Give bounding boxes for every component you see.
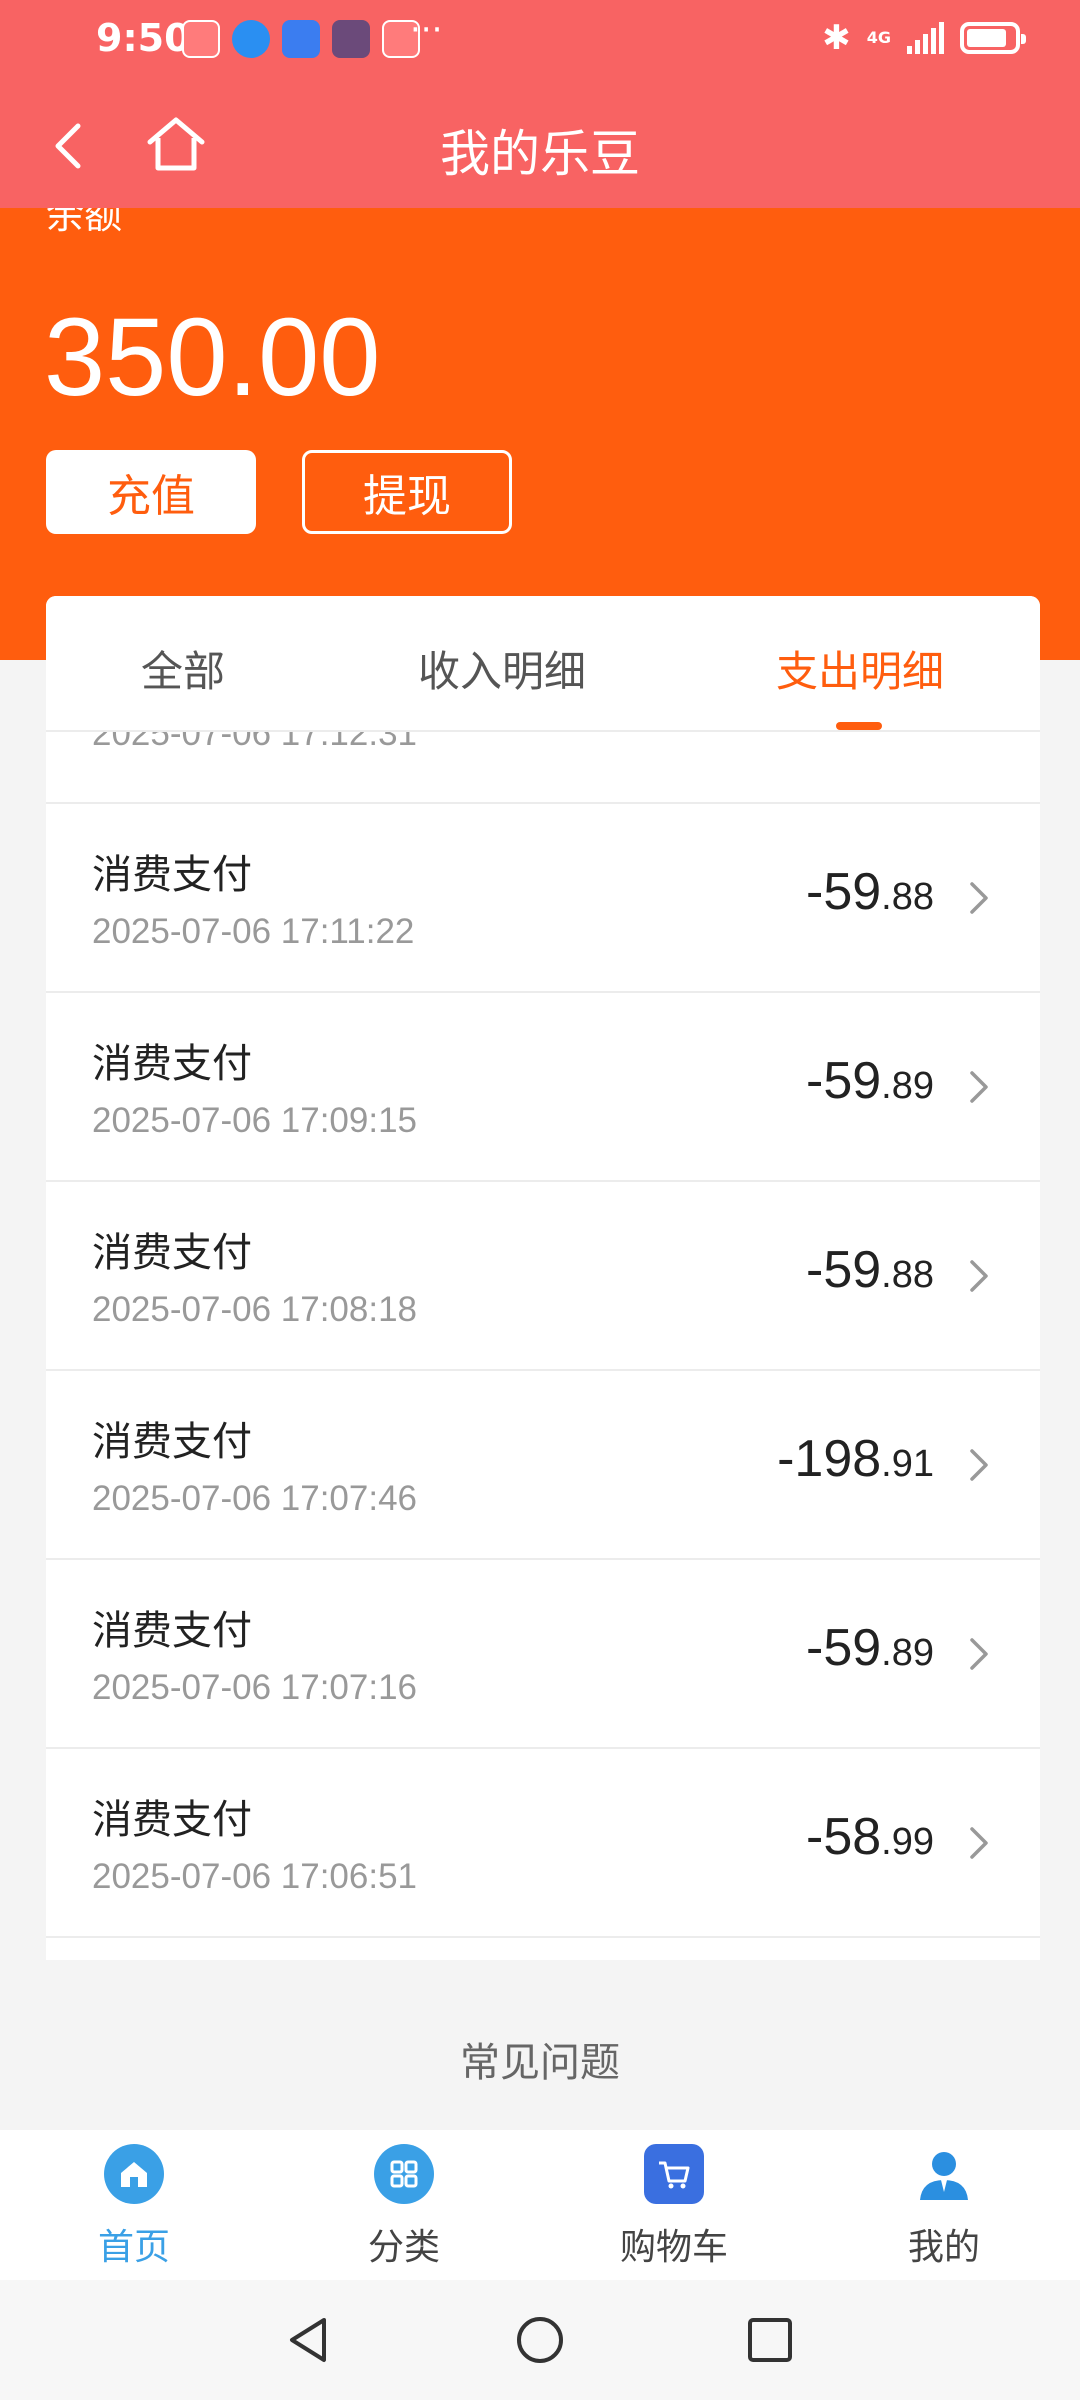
bottom-nav: 首页 分类 购物车 我的	[0, 2130, 1080, 2280]
browser-notification-icon	[232, 20, 270, 58]
tab-all[interactable]: 全部	[141, 638, 225, 699]
transaction-title: 消费支付	[92, 1608, 252, 1654]
top-bar: 9:50 ··· ✱ 4G 我的乐豆	[0, 0, 1080, 208]
amount-decimal: .88	[881, 876, 934, 918]
transaction-amount: -58.99	[806, 1807, 934, 1867]
transaction-time: 2025-07-06 17:06:51	[92, 1857, 417, 1896]
nav-label: 购物车	[619, 2227, 728, 2268]
transaction-time: 2025-07-06 17:09:15	[92, 1101, 417, 1140]
list-item[interactable]: 消费支付 2025-07-06 17:06:51 -58.99	[46, 1749, 1040, 1938]
transaction-time: 2025-07-06 17:07:16	[92, 1668, 417, 1707]
status-time: 9:50	[96, 16, 191, 60]
nav-mine[interactable]: 我的	[864, 2144, 1024, 2270]
more-notifications: ···	[410, 10, 443, 50]
nav-cart[interactable]: 购物车	[594, 2144, 754, 2270]
nav-label: 分类	[367, 2227, 440, 2268]
weather-notification-icon	[282, 20, 320, 58]
list-item[interactable]: 2025-07-06 17:12:31	[46, 714, 1040, 804]
bluetooth-icon: ✱	[822, 18, 851, 58]
transaction-card: 全部 收入明细 支出明细 2025-07-06 17:12:31 消费支付 20…	[46, 596, 1040, 1960]
tab-income[interactable]: 收入明细	[418, 638, 586, 699]
transaction-amount: -59.88	[806, 862, 934, 922]
amount-decimal: .91	[881, 1443, 934, 1485]
transaction-amount: -198.91	[777, 1429, 934, 1489]
notification-icons	[182, 20, 420, 58]
nav-category[interactable]: 分类	[324, 2144, 484, 2270]
list-item[interactable]: 消费支付 2025-07-06 17:08:18 -59.88	[46, 1182, 1040, 1371]
page-title: 我的乐豆	[440, 125, 640, 183]
transaction-title: 消费支付	[92, 1041, 252, 1087]
amount-integer: -59	[806, 1052, 882, 1110]
chevron-right-icon	[970, 1260, 988, 1292]
transaction-list[interactable]: 2025-07-06 17:12:31 消费支付 2025-07-06 17:1…	[46, 714, 1040, 1938]
amount-decimal: .88	[881, 1254, 934, 1296]
amount-integer: -59	[806, 863, 882, 921]
chevron-right-icon	[970, 882, 988, 914]
balance-label: 余额	[46, 208, 123, 237]
faq-link[interactable]: 常见问题	[0, 2030, 1080, 2088]
game-notification-icon	[332, 20, 370, 58]
system-home-icon[interactable]	[512, 2312, 568, 2368]
chevron-right-icon	[970, 1449, 988, 1481]
amount-decimal: .99	[881, 1821, 934, 1863]
system-back-icon[interactable]	[282, 2312, 338, 2368]
nav-label: 首页	[97, 2227, 170, 2268]
system-recents-icon[interactable]	[742, 2312, 798, 2368]
amount-integer: -58	[806, 1808, 882, 1866]
list-item[interactable]: 消费支付 2025-07-06 17:09:15 -59.89	[46, 993, 1040, 1182]
balance-amount: 350.00	[44, 296, 381, 419]
transaction-title: 消费支付	[92, 1230, 252, 1276]
chevron-right-icon	[970, 1071, 988, 1103]
nav-bar: 我的乐豆	[0, 96, 1080, 196]
balance-panel: 余额 350.00 充值 提现	[0, 208, 1080, 660]
active-tab-indicator	[836, 722, 882, 730]
home-icon	[104, 2144, 164, 2204]
chevron-right-icon	[970, 1638, 988, 1670]
battery-icon	[960, 22, 1026, 54]
huawei-notification-icon	[182, 20, 220, 58]
tab-bar: 全部 收入明细 支出明细	[46, 596, 1040, 732]
status-bar: 9:50 ··· ✱ 4G	[0, 0, 1080, 80]
transaction-title: 消费支付	[92, 1797, 252, 1843]
recharge-button[interactable]: 充值	[46, 450, 256, 534]
status-right: ✱ 4G	[822, 18, 1026, 58]
transaction-title: 消费支付	[92, 1419, 252, 1465]
user-icon	[914, 2144, 974, 2204]
nav-label: 我的	[907, 2227, 980, 2268]
transaction-time: 2025-07-06 17:11:22	[92, 912, 415, 951]
transaction-amount: -59.88	[806, 1240, 934, 1300]
amount-decimal: .89	[881, 1065, 934, 1107]
withdraw-button[interactable]: 提现	[302, 450, 512, 534]
chevron-right-icon	[970, 1827, 988, 1859]
list-item[interactable]: 消费支付 2025-07-06 17:07:16 -59.89	[46, 1560, 1040, 1749]
category-icon	[374, 2144, 434, 2204]
nav-home[interactable]: 首页	[54, 2144, 214, 2270]
amount-decimal: .89	[881, 1632, 934, 1674]
system-nav-bar	[0, 2280, 1080, 2400]
cart-icon	[644, 2144, 704, 2204]
transaction-amount: -59.89	[806, 1618, 934, 1678]
signal-icon	[907, 22, 944, 54]
list-item[interactable]: 消费支付 2025-07-06 17:11:22 -59.88	[46, 804, 1040, 993]
tab-expense[interactable]: 支出明细	[776, 638, 944, 699]
list-item[interactable]: 消费支付 2025-07-06 17:07:46 -198.91	[46, 1371, 1040, 1560]
transaction-time: 2025-07-06 17:08:18	[92, 1290, 417, 1329]
amount-integer: -59	[806, 1241, 882, 1299]
transaction-time: 2025-07-06 17:07:46	[92, 1479, 417, 1518]
network-label: 4G	[866, 28, 891, 47]
amount-integer: -59	[806, 1619, 882, 1677]
transaction-amount: -59.89	[806, 1051, 934, 1111]
transaction-title: 消费支付	[92, 852, 252, 898]
amount-integer: -198	[777, 1430, 882, 1488]
